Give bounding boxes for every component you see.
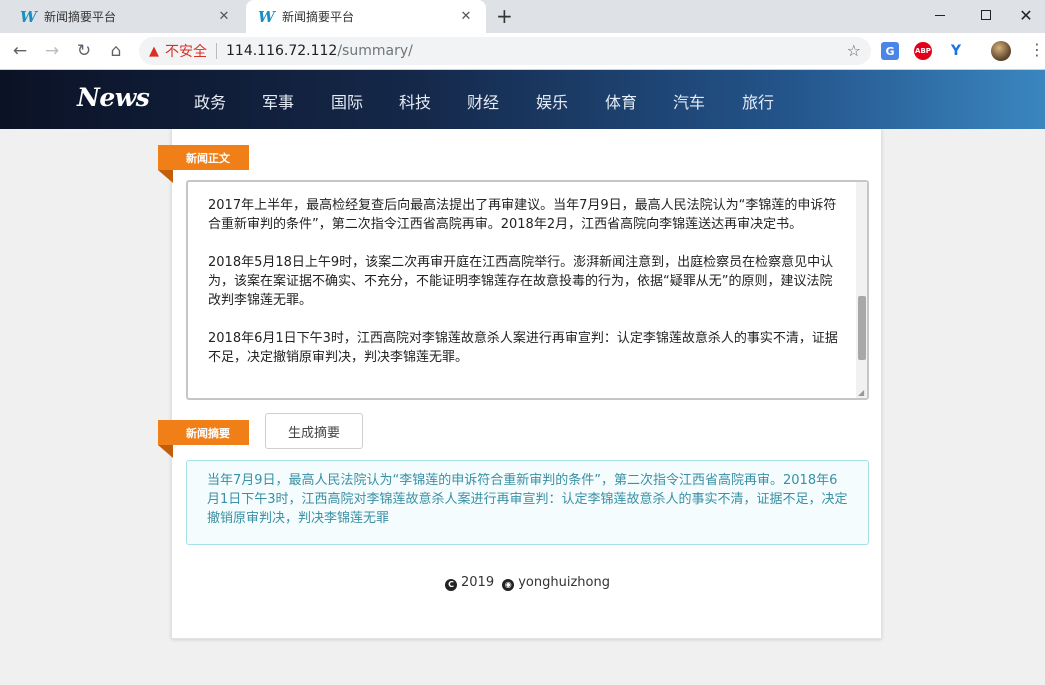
omnibox-divider: [216, 43, 217, 59]
generate-summary-button[interactable]: 生成摘要: [265, 413, 363, 449]
browser-toolbar: ← → ↻ ⌂ ▲ 不安全 114.116.72.112/summary/ ☆ …: [0, 33, 1045, 70]
article-paragraph: 2017年上半年，最高检经复查后向最高法提出了再审建议。当年7月9日，最高人民法…: [208, 198, 837, 232]
footer-author[interactable]: yonghuizhong: [518, 575, 610, 590]
nav-item-finance[interactable]: 财经: [467, 89, 499, 113]
nav-item-entertainment[interactable]: 娱乐: [536, 89, 568, 113]
summary-output: 当年7月9日，最高人民法院认为“李锦莲的申诉符合重新审判的条件”，第二次指令江西…: [186, 460, 869, 545]
browser-menu-icon[interactable]: ⋮: [1029, 40, 1045, 60]
translate-icon[interactable]: G: [881, 42, 899, 60]
warning-icon: ▲: [149, 43, 159, 59]
article-text: 2017年上半年，最高检经复查后向最高法提出了再审建议。当年7月9日，最高人民法…: [208, 196, 838, 386]
home-icon: ⌂: [110, 41, 122, 61]
nav-item-international[interactable]: 国际: [331, 89, 363, 113]
reload-icon: ↻: [76, 41, 92, 61]
github-icon[interactable]: ◉: [502, 579, 515, 591]
site-logo[interactable]: News: [77, 83, 150, 112]
tab-close-icon[interactable]: ✕: [458, 9, 474, 24]
adblock-plus-icon[interactable]: ABP: [914, 42, 932, 60]
back-button[interactable]: ←: [9, 40, 31, 62]
nav-item-politics[interactable]: 政务: [194, 89, 226, 113]
arrow-left-icon: ←: [12, 41, 28, 61]
nav-item-auto[interactable]: 汽车: [673, 89, 705, 113]
tab-title: 新闻摘要平台: [282, 10, 355, 24]
scrollbar-track[interactable]: [856, 182, 867, 398]
browser-tab-strip: W 新闻摘要平台 ✕ W 新闻摘要平台 ✕ + ✕: [0, 0, 1045, 33]
article-textarea[interactable]: 2017年上半年，最高检经复查后向最高法提出了再审建议。当年7月9日，最高人民法…: [186, 180, 869, 400]
window-close-button[interactable]: ✕: [1003, 0, 1045, 30]
address-bar[interactable]: ▲ 不安全 114.116.72.112/summary/ ☆: [139, 37, 871, 65]
tab-title: 新闻摘要平台: [44, 10, 117, 24]
nav-item-technology[interactable]: 科技: [399, 89, 431, 113]
article-paragraph: 2018年5月18日上午9时，该案二次再审开庭在江西高院举行。澎湃新闻注意到，出…: [208, 255, 834, 308]
news-summary-ribbon: 新闻摘要: [158, 420, 249, 458]
minimize-icon: [935, 14, 945, 16]
reload-button[interactable]: ↻: [73, 40, 95, 62]
profile-avatar[interactable]: [991, 41, 1011, 61]
url-path: /summary/: [337, 43, 413, 59]
bookmark-star-icon[interactable]: ☆: [847, 41, 861, 60]
forward-button[interactable]: →: [41, 40, 63, 62]
arrow-right-icon: →: [44, 41, 60, 61]
article-paragraph: 2018年6月1日下午3时，江西高院对李锦莲故意杀人案进行再审宣判：认定李锦莲故…: [208, 331, 838, 365]
tab-close-icon[interactable]: ✕: [216, 9, 232, 24]
scrollbar-thumb[interactable]: [858, 296, 866, 360]
nav-item-military[interactable]: 军事: [262, 89, 294, 113]
window-minimize-button[interactable]: [917, 0, 963, 30]
home-button[interactable]: ⌂: [105, 40, 127, 62]
nav-item-travel[interactable]: 旅行: [742, 89, 774, 113]
copyright-icon: C: [445, 579, 457, 591]
nav-item-sports[interactable]: 体育: [605, 89, 637, 113]
site-navbar: News 政务 军事 国际 科技 财经 娱乐 体育 汽车 旅行: [0, 70, 1045, 129]
browser-tab-active[interactable]: W 新闻摘要平台 ✕: [246, 0, 486, 33]
site-favicon-icon: W: [258, 7, 275, 26]
maximize-icon: [981, 10, 991, 20]
close-icon: ✕: [1019, 5, 1033, 25]
footer: C 2019 ◉ yonghuizhong: [172, 575, 883, 591]
security-status[interactable]: 不安全: [165, 41, 207, 61]
browser-tab[interactable]: W 新闻摘要平台 ✕: [8, 0, 244, 33]
news-body-ribbon: 新闻正文: [158, 145, 249, 183]
y-extension-icon[interactable]: Y: [947, 42, 965, 60]
main-card: 新闻正文 2017年上半年，最高检经复查后向最高法提出了再审建议。当年7月9日，…: [158, 129, 883, 639]
footer-year: 2019: [461, 575, 495, 590]
site-favicon-icon: W: [20, 7, 37, 26]
url-host: 114.116.72.112: [226, 43, 338, 59]
resize-grip-icon[interactable]: ◢: [858, 389, 866, 397]
new-tab-button[interactable]: +: [496, 4, 513, 28]
